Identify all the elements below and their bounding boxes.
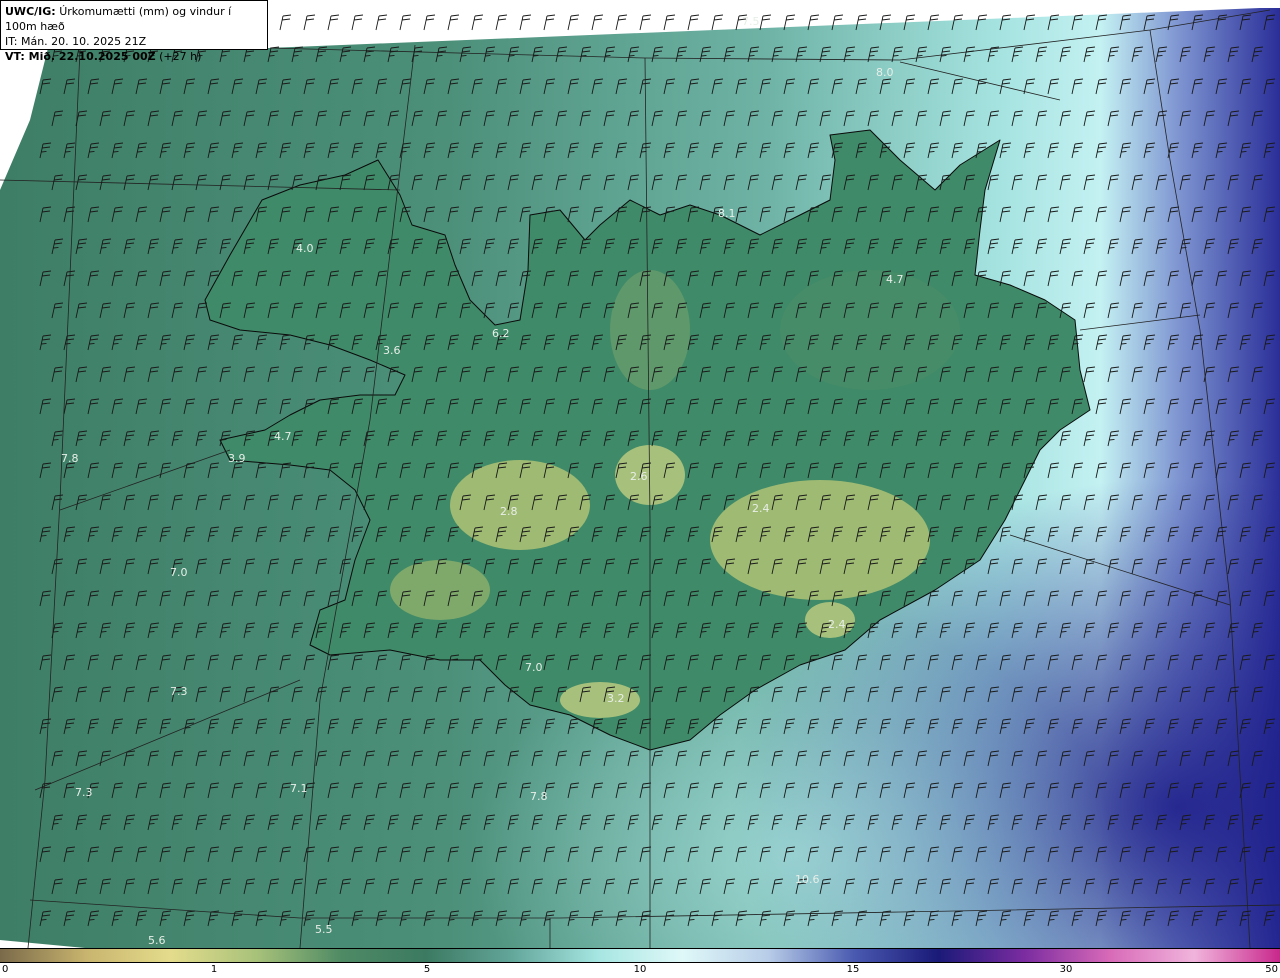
value-label: 3.2 xyxy=(607,692,625,705)
colorbar-tick: 50 xyxy=(1265,964,1278,975)
colorbar-tick: 15 xyxy=(846,964,860,975)
precip-colorbar: 0 1 5 10 15 30 50 xyxy=(0,948,1280,978)
map-info-box: UWC/IG: Úrkomumætti (mm) og vindur í 100… xyxy=(0,0,268,63)
valid-time-line: VT: Mið. 22.10.2025 00Z (+27 h) xyxy=(5,49,263,64)
colorbar-tick: 30 xyxy=(1059,964,1073,975)
value-label: 5.5 xyxy=(315,923,333,936)
value-label: 7.5 xyxy=(742,15,760,28)
value-label: 3.9 xyxy=(228,452,246,465)
initial-time: IT: Mán. 20. 10. 2025 21Z xyxy=(5,35,147,48)
value-label: 4.0 xyxy=(296,242,314,255)
value-label: 2.6 xyxy=(630,470,648,483)
colorbar-tick: 5 xyxy=(423,964,431,975)
value-label: 2.4 xyxy=(752,502,770,515)
title-line: UWC/IG: Úrkomumætti (mm) og vindur í 100… xyxy=(5,4,263,34)
value-label: 7.8 xyxy=(530,790,548,803)
colorbar-strip xyxy=(0,948,1280,963)
value-label: 7.3 xyxy=(75,786,93,799)
value-label: 4.7 xyxy=(274,430,292,443)
colorbar-tick: 1 xyxy=(210,964,218,975)
value-label: 7.1 xyxy=(290,782,308,795)
value-label: 7.3 xyxy=(170,685,188,698)
value-label: 7.0 xyxy=(170,566,188,579)
value-label: 7.0 xyxy=(525,661,543,674)
model-label: UWC/IG: xyxy=(5,5,56,18)
valid-time: VT: Mið. 22.10.2025 00Z xyxy=(5,50,156,63)
precipitation-wind-map: 7.5 8.0 4.0 4.7 8.1 6.2 3.6 7.8 3.9 4.7 … xyxy=(0,0,1280,948)
value-label: 8.1 xyxy=(718,207,736,220)
colorbar-tick: 0 xyxy=(2,964,9,975)
value-label: 5.6 xyxy=(148,934,166,947)
value-label: 2.4 xyxy=(828,618,846,631)
value-label: 7.8 xyxy=(61,452,79,465)
colorbar-tick: 10 xyxy=(633,964,647,975)
value-label: 10.6 xyxy=(795,873,820,886)
value-label: 2.8 xyxy=(500,505,518,518)
forecast-offset: (+27 h) xyxy=(159,50,202,63)
value-label: 8.0 xyxy=(876,66,894,79)
value-label: 4.7 xyxy=(886,273,904,286)
value-label: 3.6 xyxy=(383,344,401,357)
value-label: 6.2 xyxy=(492,327,510,340)
